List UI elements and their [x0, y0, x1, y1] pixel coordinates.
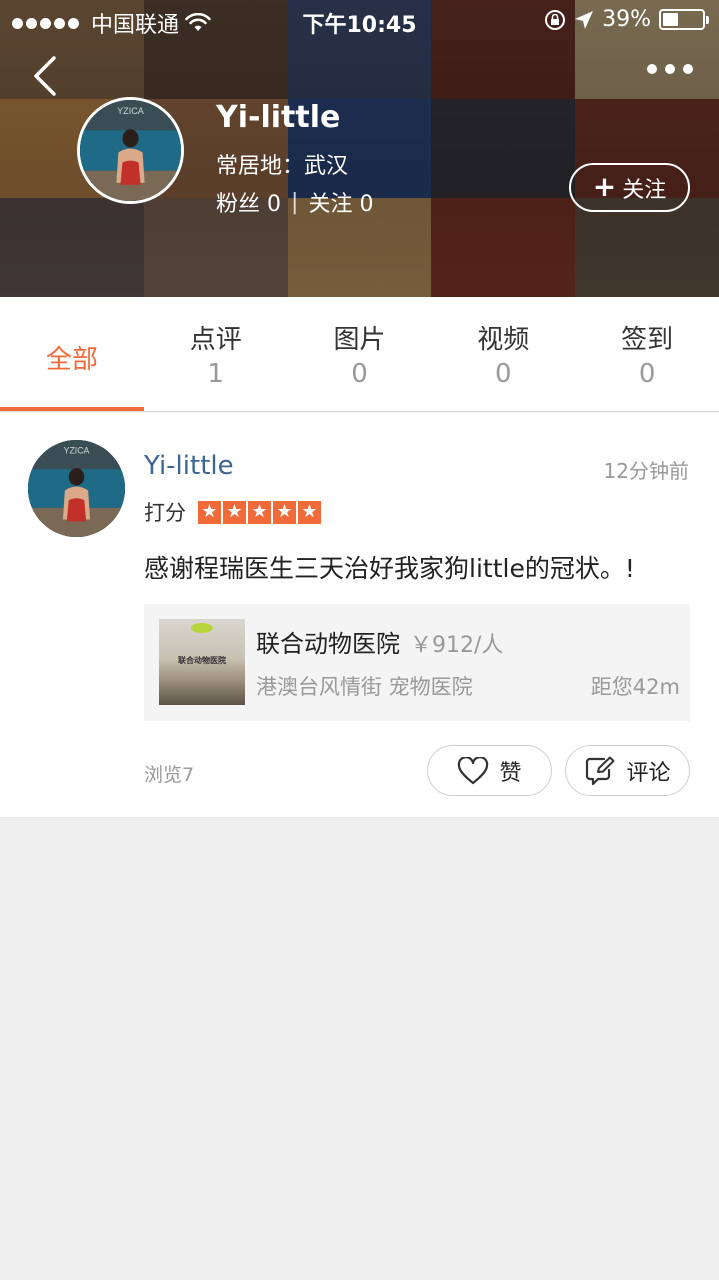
star-icon: ★ [248, 500, 271, 524]
profile-header: 中国联通 下午10:45 39% YZICA Yi-little 常居地：武汉 … [0, 0, 719, 297]
rating-label: 打分 [144, 501, 186, 525]
tab-label: 全部 [45, 345, 98, 375]
like-button[interactable]: 赞 [427, 745, 552, 796]
more-dot-icon [665, 64, 675, 74]
star-icon: ★ [198, 500, 221, 524]
shop-thumbnail: 联合动物医院 [159, 619, 245, 705]
more-options-button[interactable] [647, 64, 693, 74]
svg-text:YZICA: YZICA [117, 106, 145, 116]
tab-label: 点评 [189, 325, 242, 355]
chevron-left-icon [34, 56, 56, 96]
tab-videos[interactable]: 视频 0 [431, 297, 575, 411]
avatar-image: YZICA [28, 440, 125, 537]
lamp-shape [191, 623, 213, 633]
view-count: 浏览7 [144, 764, 195, 786]
tab-checkins[interactable]: 签到 0 [575, 297, 719, 411]
tab-count: 0 [351, 359, 368, 389]
review-card: YZICA Yi-little 12分钟前 打分 ★ ★ ★ ★ ★ 感谢程瑞医生三天治… [0, 413, 719, 818]
rating: 打分 ★ ★ ★ ★ ★ [144, 497, 321, 527]
post-author-avatar[interactable]: YZICA [28, 440, 125, 537]
post-timestamp: 12分钟前 [603, 459, 689, 483]
profile-avatar[interactable]: YZICA [77, 97, 184, 204]
profile-name: Yi-little [216, 100, 341, 135]
content-tabs: 全部 点评 1 图片 0 视频 0 签到 0 [0, 297, 719, 412]
star-icon: ★ [273, 500, 296, 524]
tab-label: 签到 [621, 325, 674, 355]
shop-card[interactable]: 联合动物医院 联合动物医院 ￥912/人 港澳台风情街 宠物医院 距您42m [144, 604, 690, 721]
star-icon: ★ [298, 500, 321, 524]
tab-all[interactable]: 全部 [0, 297, 144, 411]
location-arrow-icon [575, 10, 594, 29]
profile-location: 常居地：武汉 [216, 154, 349, 179]
more-dot-icon [647, 64, 657, 74]
profile-stats: 粉丝 0 | 关注 0 [216, 186, 373, 218]
svg-text:YZICA: YZICA [64, 446, 90, 456]
follow-button[interactable]: + 关注 [569, 163, 690, 212]
shop-distance: 距您42m [590, 675, 680, 699]
shop-name: 联合动物医院 ￥912/人 [256, 630, 504, 658]
heart-icon [458, 756, 489, 784]
following-link[interactable]: 关注 0 [308, 186, 373, 218]
fans-link[interactable]: 粉丝 0 [216, 186, 281, 218]
shop-price: ￥912/人 [410, 633, 504, 658]
fans-count: 0 [267, 192, 282, 217]
battery-level [663, 13, 678, 26]
tab-count: 0 [638, 359, 656, 389]
comment-edit-icon [586, 756, 615, 785]
following-count: 0 [359, 192, 374, 217]
tab-photos[interactable]: 图片 0 [288, 297, 432, 411]
rating-stars: ★ ★ ★ ★ ★ [198, 500, 321, 524]
tab-count: 0 [495, 359, 512, 389]
comment-label: 评论 [626, 760, 671, 786]
review-text: 感谢程瑞医生三天治好我家狗little的冠状。! [144, 554, 635, 583]
avatar-image: YZICA [80, 100, 181, 201]
shop-category: 港澳台风情街 宠物医院 [256, 675, 473, 699]
post-author-name[interactable]: Yi-little [144, 451, 234, 481]
back-button[interactable] [30, 54, 60, 98]
rotation-lock-icon [545, 9, 566, 30]
star-icon: ★ [223, 500, 246, 524]
tab-label: 视频 [477, 325, 530, 355]
stats-divider: | [291, 189, 299, 215]
status-bar: 中国联通 下午10:45 39% [0, 0, 719, 40]
plus-icon: + [592, 169, 617, 203]
more-dot-icon [683, 64, 693, 74]
tab-reviews[interactable]: 点评 1 [144, 297, 288, 411]
tab-label: 图片 [333, 325, 386, 355]
shop-sign-text: 联合动物医院 [178, 656, 226, 665]
like-label: 赞 [499, 760, 522, 786]
battery-percent: 39% [602, 7, 651, 32]
comment-button[interactable]: 评论 [565, 745, 690, 796]
battery-icon [659, 9, 709, 30]
follow-button-label: 关注 [622, 177, 667, 203]
tab-count: 1 [207, 359, 224, 389]
